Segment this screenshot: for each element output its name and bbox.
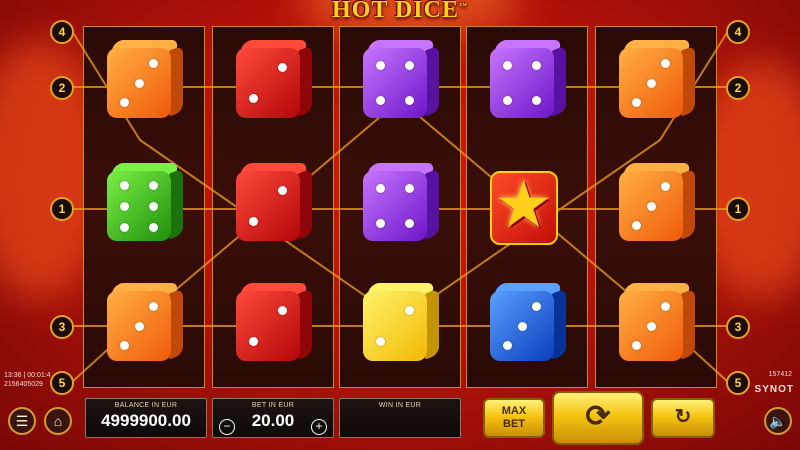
pip <box>148 301 158 311</box>
pip <box>249 336 259 346</box>
payline-badge-right: 3 <box>726 315 750 339</box>
star-icon: ★ <box>494 167 554 241</box>
pip <box>134 78 144 88</box>
pip <box>404 306 414 316</box>
spin-button[interactable]: ⟳ <box>552 391 644 445</box>
pip <box>660 301 670 311</box>
pip <box>148 58 158 68</box>
pip <box>404 61 414 70</box>
pip <box>277 306 287 316</box>
pip <box>404 96 414 105</box>
game-title: HOT DICE™ <box>332 0 468 23</box>
die-symbol <box>101 281 187 367</box>
pip <box>503 96 513 105</box>
pip <box>531 61 541 70</box>
refresh-icon: ⟳ <box>585 400 611 433</box>
die-symbol <box>230 38 316 124</box>
brand-logo: SYNOT <box>754 384 794 395</box>
payline-badge-left: 4 <box>50 20 74 44</box>
menu-icon[interactable]: ☰ <box>8 407 36 435</box>
payline-badge-right: 4 <box>726 20 750 44</box>
pip <box>120 98 130 108</box>
speaker-icon[interactable]: 🔈 <box>764 407 792 435</box>
pip <box>632 98 642 108</box>
payline-badge-left: 5 <box>50 371 74 395</box>
die-symbol <box>484 38 570 124</box>
pip <box>376 184 386 193</box>
win-panel: WIN IN EUR <box>339 398 461 438</box>
pip <box>376 336 386 346</box>
payline-badge-left: 2 <box>50 76 74 100</box>
die-symbol <box>484 281 570 367</box>
pip <box>249 93 259 103</box>
bet-panel: BET IN EUR 20.00 − + <box>212 398 334 438</box>
autoplay-icon: ↻ <box>674 406 692 428</box>
pip <box>660 181 670 191</box>
home-icon[interactable]: ⌂ <box>44 407 72 435</box>
pip <box>632 341 642 351</box>
balance-panel: BALANCE IN EUR 4999900.00 <box>85 398 207 438</box>
pip <box>503 61 513 70</box>
pip <box>660 58 670 68</box>
pip <box>120 201 130 211</box>
payline-badge-left: 3 <box>50 315 74 339</box>
die-symbol <box>357 38 443 124</box>
payline-badge-right: 5 <box>726 371 750 395</box>
pip <box>376 96 386 105</box>
pip <box>148 201 158 211</box>
session-info: 13:36 | 00:01:4 2156405029 <box>4 372 51 388</box>
machine-id: 157412 <box>768 371 792 378</box>
payline-badge-right: 2 <box>726 76 750 100</box>
pip <box>517 321 527 331</box>
pip <box>531 96 541 105</box>
die-symbol <box>613 281 699 367</box>
pip <box>646 78 656 88</box>
die-symbol <box>101 38 187 124</box>
pip <box>277 186 287 196</box>
pip <box>376 61 386 70</box>
max-bet-button[interactable]: MAX BET <box>483 398 545 438</box>
autoplay-button[interactable]: ↻ <box>651 398 715 438</box>
bet-decrease-button[interactable]: − <box>219 419 235 435</box>
pip <box>404 184 414 193</box>
pip <box>277 63 287 73</box>
balance-value: 4999900.00 <box>101 411 191 430</box>
pip <box>148 222 158 232</box>
pip <box>503 341 513 351</box>
die-symbol <box>101 161 187 247</box>
die-symbol <box>230 281 316 367</box>
die-symbol <box>230 161 316 247</box>
star-die-symbol: ★ <box>484 161 570 247</box>
pip <box>120 222 130 232</box>
pip <box>120 341 130 351</box>
pip <box>120 180 130 190</box>
pip <box>646 201 656 211</box>
die-symbol <box>613 38 699 124</box>
pip <box>531 301 541 311</box>
pip <box>249 216 259 226</box>
pip <box>376 219 386 228</box>
die-symbol <box>357 281 443 367</box>
pip <box>134 321 144 331</box>
payline-badge-right: 1 <box>726 197 750 221</box>
bet-increase-button[interactable]: + <box>311 419 327 435</box>
die-symbol <box>613 161 699 247</box>
die-symbol <box>357 161 443 247</box>
payline-badge-left: 1 <box>50 197 74 221</box>
pip <box>148 180 158 190</box>
pip <box>404 219 414 228</box>
pip <box>632 221 642 231</box>
pip <box>646 321 656 331</box>
